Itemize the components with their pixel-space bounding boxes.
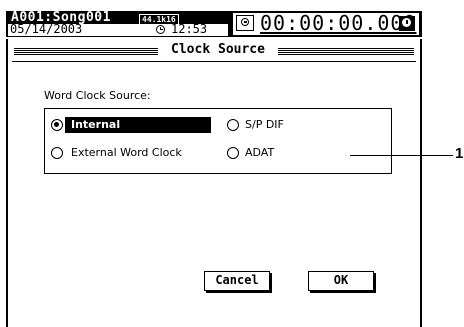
spdif-option-label[interactable]: S/P DIF [245, 118, 284, 131]
title-rule-right [278, 48, 414, 55]
internal-radio[interactable] [51, 119, 63, 131]
status-bar: A001:Song001 44.1k16 05/14/2003 12:53 00… [6, 10, 422, 37]
clock-icon [156, 25, 165, 34]
time-counter[interactable]: 00:00:00.000 [260, 11, 417, 35]
external-word-clock-radio[interactable] [51, 147, 63, 159]
time-counter-panel: 00:00:00.000 [230, 11, 422, 37]
callout-line [350, 155, 453, 156]
song-time: 12:53 [171, 22, 208, 36]
clock-source-dialog: Clock Source Word Clock Source: Internal… [6, 39, 422, 327]
title-divider [12, 61, 416, 62]
song-date: 05/14/2003 [10, 22, 83, 36]
word-clock-source-label: Word Clock Source: [44, 89, 151, 102]
song-info-panel[interactable]: A001:Song001 44.1k16 05/14/2003 12:53 [6, 10, 230, 37]
dialog-title-bar: Clock Source [14, 42, 414, 59]
adat-radio[interactable] [227, 147, 239, 159]
word-clock-source-group: Internal S/P DIF External Word Clock ADA… [44, 108, 392, 174]
adat-option-label[interactable]: ADAT [245, 146, 274, 159]
cancel-button[interactable]: Cancel [204, 271, 270, 291]
spdif-radio[interactable] [227, 119, 239, 131]
title-rule-left [14, 48, 158, 55]
alarm-icon[interactable] [399, 16, 415, 31]
date-time-strip: 05/14/2003 12:53 [8, 22, 228, 36]
external-word-clock-option-label[interactable]: External Word Clock [71, 146, 182, 159]
time-counter-frame: 00:00:00.000 [233, 11, 419, 35]
ok-button[interactable]: OK [308, 271, 374, 291]
dialog-title: Clock Source [171, 42, 265, 57]
locate-icon[interactable] [236, 15, 254, 31]
internal-option-label[interactable]: Internal [71, 118, 120, 131]
callout-number: 1 [455, 145, 464, 162]
